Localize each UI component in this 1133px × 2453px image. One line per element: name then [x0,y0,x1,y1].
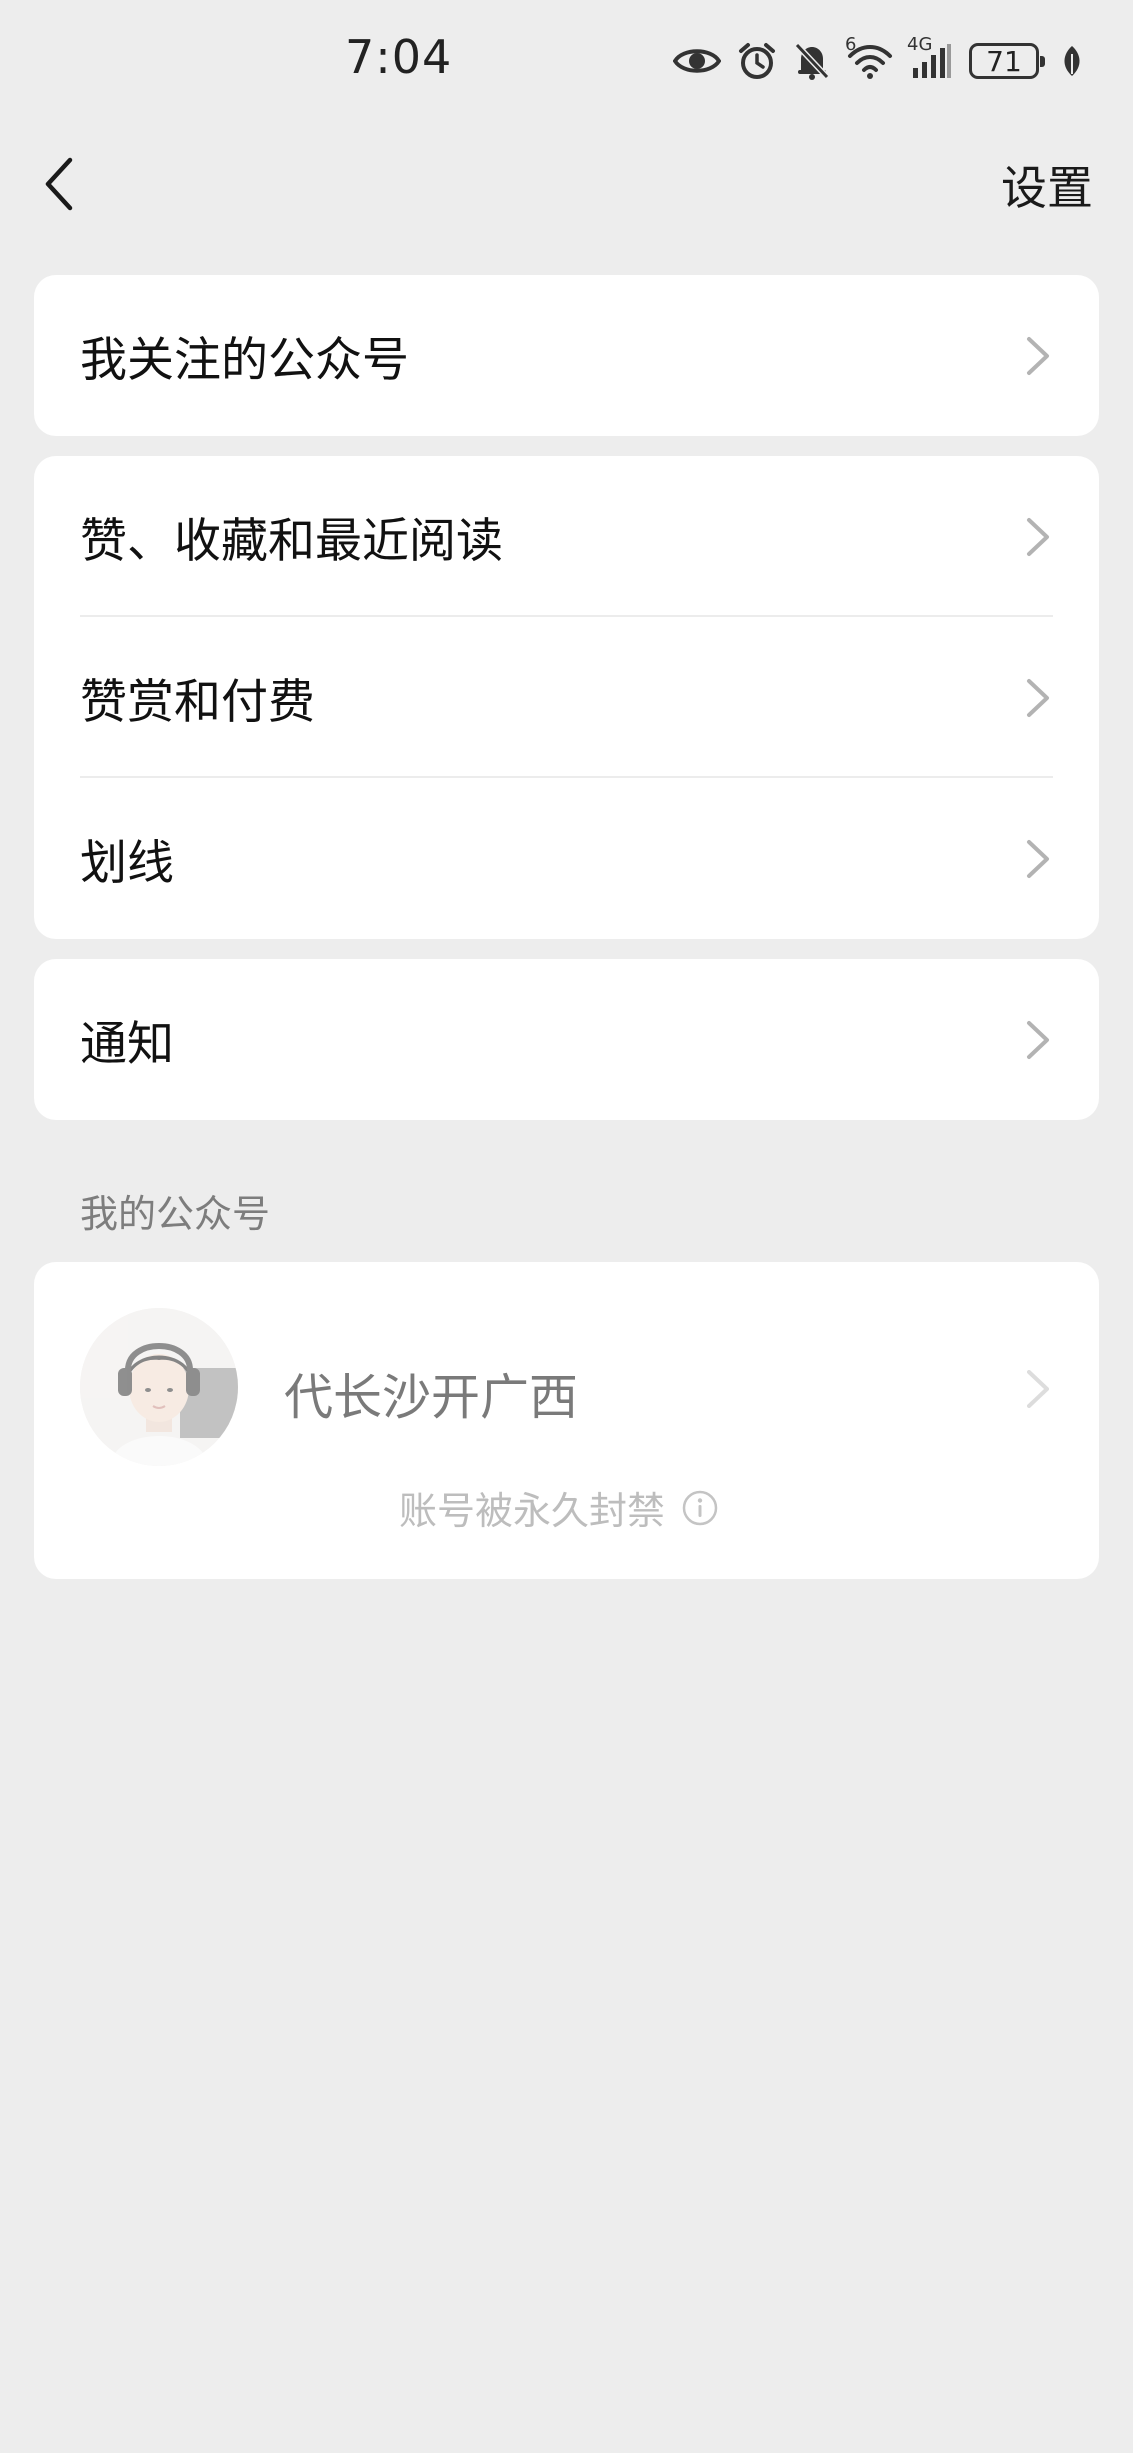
status-icons: 6 4G 71 [673,34,1083,86]
status-time: 7:04 [345,30,453,84]
my-account-card[interactable]: 代长沙开广西 账号被永久封禁 [34,1262,1099,1579]
row-label: 通知 [80,1017,174,1072]
row-underlines[interactable]: 划线 [34,778,1099,939]
section-title-my-accounts: 我的公众号 [80,1192,271,1236]
settings-button[interactable]: 设置 [1001,152,1093,218]
chevron-right-icon [1027,517,1049,556]
chevron-right-icon [1027,1020,1049,1059]
wifi-icon: 6 [845,34,893,80]
row-label: 划线 [80,836,174,891]
card-activity: 赞、收藏和最近阅读 赞赏和付费 划线 [34,456,1099,939]
avatar [80,1308,238,1466]
account-name: 代长沙开广西 [284,1369,579,1426]
battery-level: 71 [986,44,1022,78]
screen: 7:04 6 4G 71 设置 我关注的公众号 赞、收藏和最近阅读 赞赏和付费 … [0,0,1133,2453]
back-button[interactable] [34,150,84,218]
bell-off-icon [793,41,831,81]
chevron-right-icon [1027,1370,1049,1408]
chevron-right-icon [1027,336,1049,375]
battery-icon: 71 [969,43,1045,79]
signal-icon: 4G [907,34,953,80]
row-label: 赞、收藏和最近阅读 [80,514,503,569]
chevron-right-icon [1027,839,1049,878]
alarm-icon [737,41,777,81]
row-rewards-paid[interactable]: 赞赏和付费 [34,617,1099,778]
leaf-icon [1061,44,1083,78]
chevron-left-icon [45,157,73,211]
account-status: 账号被永久封禁 [399,1480,719,1535]
row-followed-accounts[interactable]: 我关注的公众号 [34,275,1099,436]
chevron-right-icon [1027,678,1049,717]
card-notifications: 通知 [34,959,1099,1120]
row-likes-favorites-recent[interactable]: 赞、收藏和最近阅读 [34,456,1099,617]
row-notifications[interactable]: 通知 [34,959,1099,1120]
eye-icon [673,44,721,78]
info-icon[interactable] [681,1489,719,1527]
card-followed: 我关注的公众号 [34,275,1099,436]
status-bar: 7:04 6 4G 71 [0,0,1133,125]
account-status-text: 账号被永久封禁 [399,1489,666,1533]
signal-network-label: 4G [907,34,933,55]
row-label: 赞赏和付费 [80,675,315,730]
row-label: 我关注的公众号 [80,333,409,388]
wifi-network-sup: 6 [845,34,857,55]
